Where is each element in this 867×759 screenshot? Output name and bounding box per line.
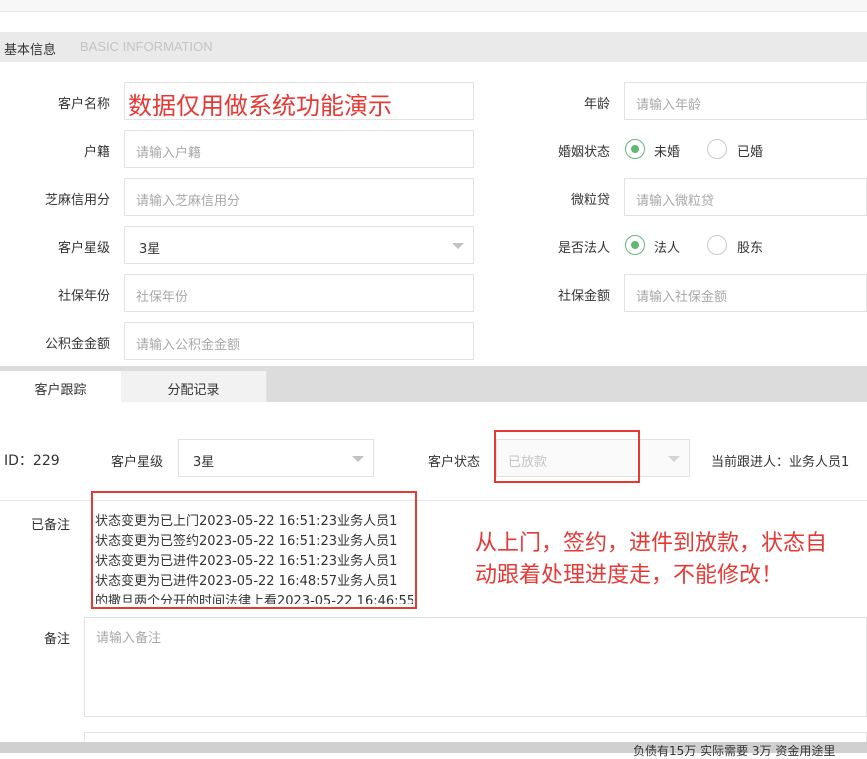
- legal-label: 是否法人: [557, 241, 610, 256]
- tab-customer-tracking-label: 客户跟踪: [34, 383, 87, 398]
- note-label: 备注: [43, 632, 70, 647]
- remarks-label: 已备注: [30, 518, 70, 533]
- tracking-star-value: 3星: [193, 455, 215, 470]
- star-select[interactable]: 3星: [124, 226, 474, 264]
- age-input[interactable]: 请输入年龄: [624, 82, 867, 120]
- section-title-cn: 基本信息: [4, 43, 57, 58]
- tab-allocation-records-label: 分配记录: [167, 383, 220, 398]
- sesame-label: 芝麻信用分: [44, 193, 110, 208]
- chevron-down-icon: [668, 456, 680, 462]
- household-input[interactable]: 请输入户籍: [124, 130, 474, 168]
- status-highlight-box: [494, 430, 640, 483]
- social-years-label: 社保年份: [57, 289, 110, 304]
- marital-label: 婚姻状态: [557, 145, 610, 160]
- star-select-value: 3星: [139, 242, 161, 257]
- note-placeholder: 请输入备注: [96, 631, 162, 646]
- radio-legal[interactable]: [625, 235, 645, 255]
- customer-name-label: 客户名称: [57, 97, 110, 112]
- annotation-note: 从上门，签约，进件到放款，状态自 动跟着处理进度走，不能修改！: [475, 528, 827, 592]
- tab-customer-tracking[interactable]: 客户跟踪: [0, 371, 121, 402]
- weilidai-placeholder: 请输入微粒贷: [636, 194, 715, 209]
- social-amount-label: 社保金额: [557, 289, 610, 304]
- fund-label: 公积金金额: [44, 337, 110, 352]
- social-amount-placeholder: 请输入社保金额: [636, 290, 728, 305]
- chevron-down-icon: [452, 243, 464, 249]
- demo-watermark: 数据仅用做系统功能演示: [128, 92, 392, 120]
- section-header: 基本信息 BASIC INFORMATION: [0, 32, 867, 62]
- tracking-star-select[interactable]: 3星: [178, 439, 374, 477]
- fund-input[interactable]: 请输入公积金金额: [124, 322, 474, 360]
- tracking-star-label: 客户星级: [110, 455, 163, 470]
- radio-married[interactable]: [707, 139, 727, 159]
- chevron-down-icon: [352, 456, 364, 462]
- age-label: 年龄: [583, 97, 610, 112]
- radio-married-label: 已婚: [737, 145, 764, 160]
- sesame-placeholder: 请输入芝麻信用分: [136, 194, 241, 209]
- section-title-en: BASIC INFORMATION: [80, 39, 213, 54]
- fund-placeholder: 请输入公积金金额: [136, 338, 241, 353]
- social-years-input[interactable]: 社保年份: [124, 274, 474, 312]
- radio-shareholder-label: 股东: [737, 241, 764, 256]
- current-follower: 当前跟进人：业务人员1: [711, 455, 850, 470]
- top-strip: [0, 0, 867, 12]
- social-years-placeholder: 社保年份: [136, 290, 189, 305]
- weilidai-label: 微粒贷: [570, 193, 610, 208]
- tab-allocation-records[interactable]: 分配记录: [121, 371, 267, 402]
- annotation-line: 动跟着处理进度走，不能修改！: [475, 563, 784, 588]
- radio-shareholder[interactable]: [707, 235, 727, 255]
- bottom-note-text: 负债有15万 实际需要 3万 资金用途里: [633, 744, 836, 758]
- note-textarea[interactable]: 请输入备注: [84, 617, 867, 717]
- status-label: 客户状态: [427, 455, 480, 470]
- radio-unmarried-label: 未婚: [654, 145, 681, 160]
- radio-legal-label: 法人: [654, 241, 681, 256]
- weilidai-input[interactable]: 请输入微粒贷: [624, 178, 867, 216]
- remarks-highlight-box: [91, 491, 417, 609]
- star-label: 客户星级: [57, 241, 110, 256]
- social-amount-input[interactable]: 请输入社保金额: [624, 274, 867, 312]
- sesame-input[interactable]: 请输入芝麻信用分: [124, 178, 474, 216]
- household-placeholder: 请输入户籍: [136, 146, 202, 161]
- household-label: 户籍: [83, 145, 110, 160]
- age-placeholder: 请输入年龄: [636, 98, 702, 113]
- customer-id: ID：229: [4, 453, 60, 469]
- radio-unmarried[interactable]: [625, 139, 645, 159]
- annotation-line: 从上门，签约，进件到放款，状态自: [475, 531, 828, 556]
